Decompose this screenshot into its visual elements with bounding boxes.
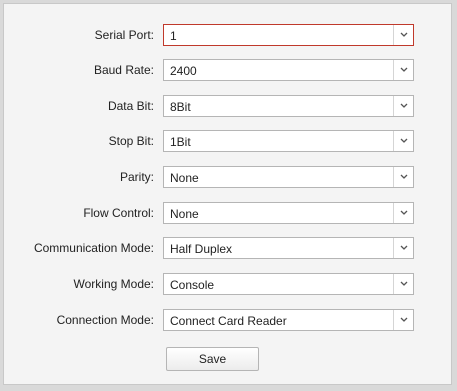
- working-mode-label: Working Mode:: [73, 277, 154, 291]
- chevron-down-icon[interactable]: [393, 60, 413, 80]
- flow-control-label: Flow Control:: [83, 206, 154, 220]
- chevron-down-icon[interactable]: [393, 131, 413, 151]
- serial-port-row: Serial Port: 1: [4, 24, 451, 46]
- working-mode-value: Console: [170, 278, 215, 292]
- serial-port-settings-panel: Serial Port: 1 Baud Rate: 2400 Data Bit:…: [3, 3, 452, 385]
- stop-bit-value: 1Bit: [170, 135, 191, 149]
- stop-bit-label: Stop Bit:: [108, 134, 154, 148]
- chevron-down-icon[interactable]: [393, 96, 413, 116]
- connection-mode-value: Connect Card Reader: [170, 314, 287, 328]
- chevron-down-icon[interactable]: [393, 203, 413, 223]
- serial-port-select[interactable]: 1: [163, 24, 414, 46]
- flow-control-row: Flow Control: None: [4, 202, 451, 224]
- chevron-down-icon[interactable]: [393, 25, 413, 45]
- baud-rate-value: 2400: [170, 64, 197, 78]
- flow-control-select[interactable]: None: [163, 202, 414, 224]
- chevron-down-icon[interactable]: [393, 310, 413, 330]
- chevron-down-icon[interactable]: [393, 238, 413, 258]
- flow-control-value: None: [170, 207, 199, 221]
- working-mode-select[interactable]: Console: [163, 273, 414, 295]
- parity-value: None: [170, 171, 199, 185]
- baud-rate-row: Baud Rate: 2400: [4, 59, 451, 81]
- stop-bit-select[interactable]: 1Bit: [163, 130, 414, 152]
- communication-mode-label: Communication Mode:: [33, 241, 154, 255]
- parity-label: Parity:: [119, 170, 154, 184]
- data-bit-label: Data Bit:: [107, 99, 154, 113]
- connection-mode-row: Connection Mode: Connect Card Reader: [4, 309, 451, 331]
- parity-row: Parity: None: [4, 166, 451, 188]
- baud-rate-select[interactable]: 2400: [163, 59, 414, 81]
- parity-select[interactable]: None: [163, 166, 414, 188]
- serial-port-label: Serial Port:: [94, 28, 154, 42]
- working-mode-row: Working Mode: Console: [4, 273, 451, 295]
- data-bit-row: Data Bit: 8Bit: [4, 95, 451, 117]
- communication-mode-row: Communication Mode: Half Duplex: [4, 237, 451, 259]
- communication-mode-value: Half Duplex: [170, 242, 233, 256]
- chevron-down-icon[interactable]: [393, 274, 413, 294]
- connection-mode-label: Connection Mode:: [56, 313, 154, 327]
- baud-rate-label: Baud Rate:: [93, 63, 154, 77]
- data-bit-value: 8Bit: [170, 100, 191, 114]
- communication-mode-select[interactable]: Half Duplex: [163, 237, 414, 259]
- stop-bit-row: Stop Bit: 1Bit: [4, 130, 451, 152]
- chevron-down-icon[interactable]: [393, 167, 413, 187]
- save-button[interactable]: Save: [166, 347, 259, 371]
- data-bit-select[interactable]: 8Bit: [163, 95, 414, 117]
- serial-port-value: 1: [170, 29, 177, 43]
- connection-mode-select[interactable]: Connect Card Reader: [163, 309, 414, 331]
